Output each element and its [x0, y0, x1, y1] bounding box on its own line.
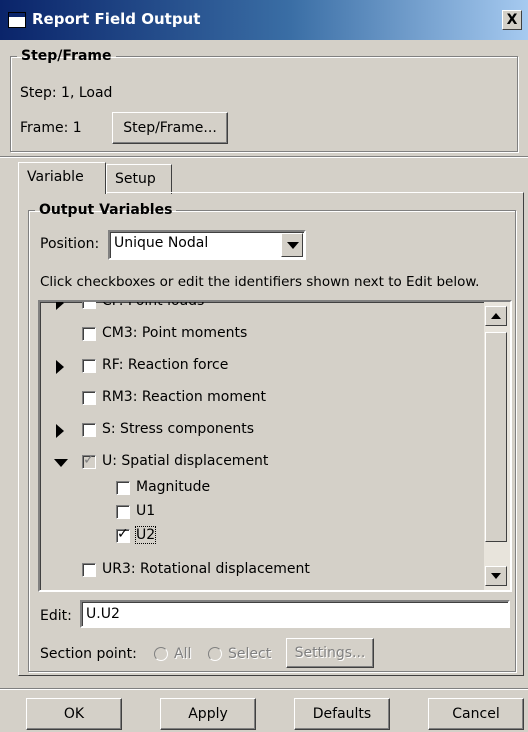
title-bar: Report Field Output X — [0, 0, 528, 40]
cancel-button[interactable]: Cancel — [428, 698, 524, 730]
expand-arrow-icon[interactable] — [56, 302, 64, 310]
list-item[interactable]: CF: Point loads — [40, 300, 480, 314]
step-frame-legend: Step/Frame — [21, 48, 112, 64]
edit-input[interactable] — [80, 600, 510, 628]
radio-select-label: Select — [228, 646, 272, 662]
frame-text: Frame: 1 — [20, 120, 82, 136]
defaults-button[interactable]: Defaults — [294, 698, 390, 730]
expand-arrow-icon[interactable] — [56, 424, 64, 438]
list-item-label: CM3: Point moments — [102, 325, 248, 341]
settings-button[interactable]: Settings... — [286, 638, 374, 668]
step-text: Step: 1, Load — [20, 85, 113, 101]
scrollbar[interactable] — [484, 302, 510, 590]
collapse-arrow-icon[interactable] — [54, 459, 68, 467]
checkbox[interactable] — [82, 423, 96, 437]
list-item[interactable]: U1 — [40, 502, 480, 524]
window-title: Report Field Output — [32, 10, 201, 28]
list-item[interactable]: S: Stress components — [40, 420, 480, 442]
checkbox[interactable] — [82, 563, 96, 577]
position-label: Position: — [40, 236, 100, 252]
list-item-label: U1 — [136, 503, 156, 519]
checkbox[interactable] — [82, 391, 96, 405]
apply-button[interactable]: Apply — [160, 698, 256, 730]
section-point-label: Section point: — [40, 646, 137, 662]
scroll-up-button[interactable] — [485, 306, 507, 326]
list-item[interactable]: RF: Reaction force — [40, 356, 480, 378]
scroll-thumb[interactable] — [485, 332, 507, 542]
footer-separator — [0, 688, 528, 690]
radio-all-label: All — [174, 646, 192, 662]
list-item-label: Magnitude — [136, 479, 211, 495]
variables-list[interactable]: CF: Point loads CM3: Point moments RF: R… — [38, 300, 512, 592]
list-item-label: S: Stress components — [102, 421, 255, 437]
checkbox[interactable] — [116, 526, 130, 543]
edit-label: Edit: — [40, 608, 72, 624]
checkbox[interactable] — [82, 327, 96, 341]
checkbox[interactable] — [82, 359, 96, 373]
checkbox[interactable] — [116, 505, 130, 519]
checkbox[interactable] — [116, 481, 130, 495]
list-item[interactable]: U: Spatial displacement — [40, 452, 480, 474]
list-item-label: UR3: Rotational displacement — [102, 561, 310, 577]
list-item[interactable]: RM3: Reaction moment — [40, 388, 480, 410]
position-value: Unique Nodal — [114, 235, 209, 251]
position-select[interactable]: Unique Nodal — [108, 230, 306, 260]
list-item-label: RM3: Reaction moment — [102, 389, 266, 405]
list-item-label: U: Spatial displacement — [102, 453, 269, 469]
tab-setup[interactable]: Setup — [106, 164, 172, 194]
ok-button[interactable]: OK — [26, 698, 122, 730]
scroll-down-button[interactable] — [485, 566, 507, 586]
tab-variable[interactable]: Variable — [18, 162, 106, 194]
list-item[interactable]: U2 — [40, 526, 480, 548]
radio-select[interactable] — [208, 647, 222, 661]
list-item[interactable]: CM3: Point moments — [40, 324, 480, 346]
chevron-down-icon[interactable] — [281, 233, 303, 257]
list-item[interactable]: Magnitude — [40, 478, 480, 500]
separator — [0, 156, 528, 158]
window-icon — [8, 12, 26, 28]
expand-arrow-icon[interactable] — [56, 360, 64, 374]
checkbox[interactable] — [82, 452, 96, 469]
step-frame-button[interactable]: Step/Frame... — [112, 112, 228, 144]
checkbox[interactable] — [82, 302, 96, 309]
close-button[interactable]: X — [502, 10, 522, 30]
instruction-text: Click checkboxes or edit the identifiers… — [40, 274, 480, 290]
radio-all[interactable] — [154, 647, 168, 661]
list-item[interactable]: UR3: Rotational displacement — [40, 560, 480, 582]
list-item-label: CF: Point loads — [102, 300, 205, 309]
output-variables-legend: Output Variables — [39, 202, 173, 218]
list-item-label: RF: Reaction force — [102, 357, 229, 373]
list-item-label: U2 — [134, 526, 157, 544]
